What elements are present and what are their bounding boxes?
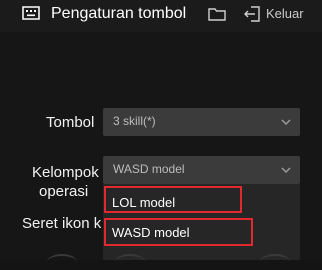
bottom-control-circle[interactable] (115, 254, 145, 270)
wasd-highlight-box (104, 218, 253, 246)
kelompok-select[interactable]: WASD model (103, 156, 300, 184)
page-title: Pengaturan tombol (51, 5, 187, 22)
drag-icon-label: Seret ikon k (22, 215, 102, 232)
kelompok-select-value: WASD model (113, 162, 185, 176)
tombol-select-value: 3 skill(*) (113, 114, 156, 128)
bottom-control-circle[interactable] (47, 254, 77, 270)
exit-button[interactable]: Keluar (266, 6, 304, 21)
exit-icon[interactable] (243, 5, 261, 23)
bottom-control-circle[interactable] (260, 254, 290, 270)
tombol-select[interactable]: 3 skill(*) (103, 108, 300, 136)
lol-highlight-box (104, 186, 242, 213)
operasi-label: operasi (39, 183, 89, 200)
chevron-down-icon (281, 167, 291, 174)
kelompok-label: Kelompok (32, 164, 99, 181)
chevron-down-icon (281, 119, 291, 126)
title-bar: Pengaturan tombol Keluar (0, 0, 322, 32)
folder-icon[interactable] (208, 7, 226, 21)
tombol-label: Tombol (46, 114, 95, 131)
keyboard-icon (22, 6, 40, 20)
